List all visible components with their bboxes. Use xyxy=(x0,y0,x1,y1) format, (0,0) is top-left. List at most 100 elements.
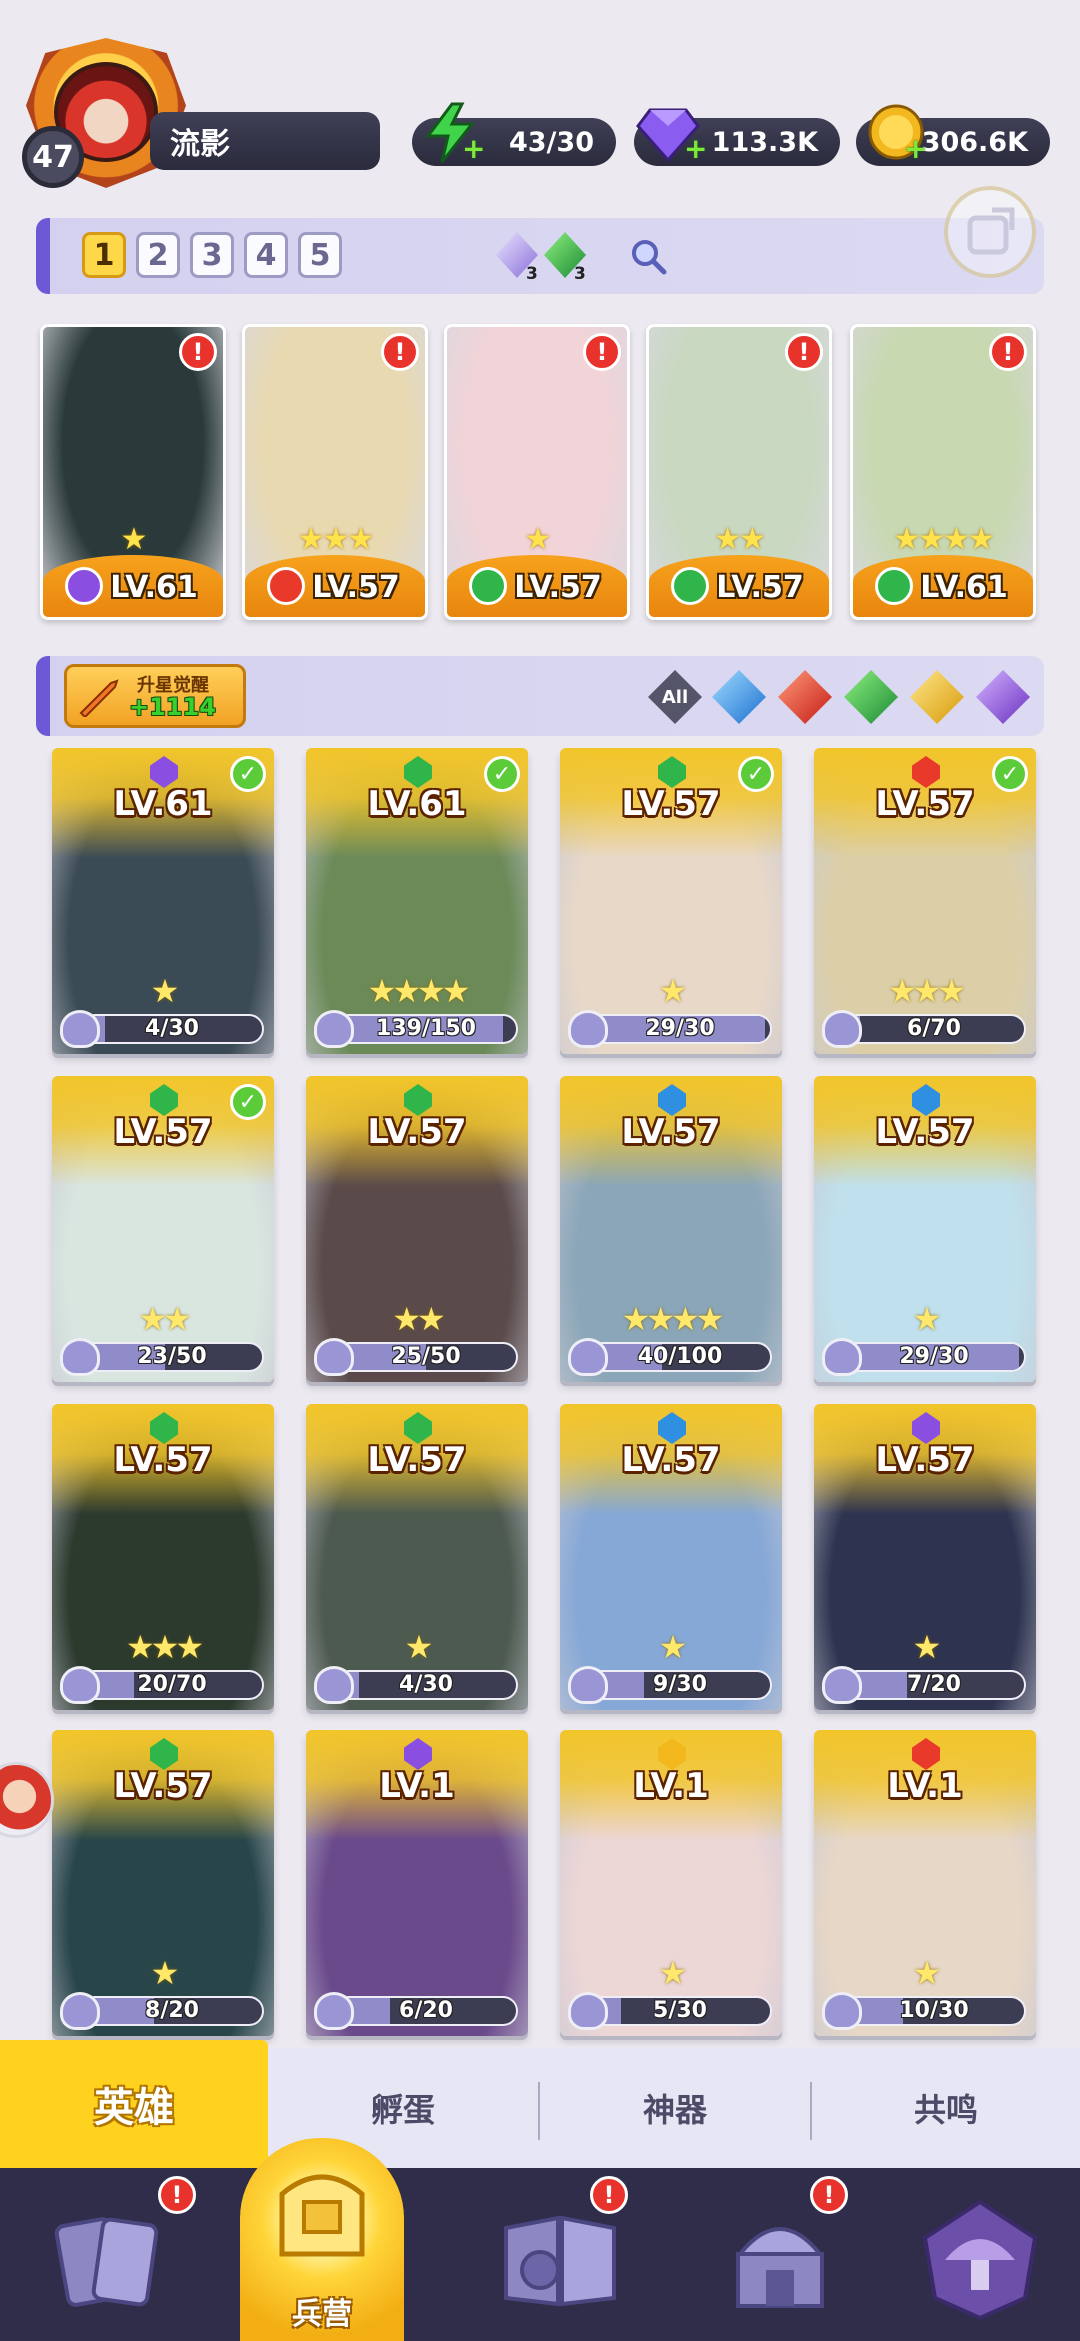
hero-level: LV.57 xyxy=(367,1440,467,1480)
awaken-button[interactable]: 升星觉醒 +1114 xyxy=(64,664,246,728)
star-rating: ★ xyxy=(912,1628,942,1666)
upgrade-alert-icon: ! xyxy=(381,333,419,371)
search-icon[interactable] xyxy=(628,236,668,276)
floating-helper-avatar[interactable] xyxy=(0,1762,54,1838)
hero-level: LV.57 xyxy=(875,1440,975,1480)
shard-icon xyxy=(314,1338,354,1376)
coin-plus-icon[interactable]: + xyxy=(904,135,927,163)
team-tab-1[interactable]: 1 xyxy=(82,232,126,278)
shard-count: 40/100 xyxy=(637,1344,723,1369)
hero-card[interactable]: LV.57 ★★★★ 40/100 xyxy=(560,1076,782,1382)
filter-water-icon[interactable] xyxy=(712,670,766,724)
filter-dark-icon[interactable] xyxy=(976,670,1030,724)
gem-value: 113.3K xyxy=(711,126,818,158)
team-slot-2[interactable]: ★★★ LV.57! xyxy=(242,324,428,620)
star-rating: ★★★ xyxy=(297,522,375,557)
hero-card[interactable]: LV.1 ★ 5/30 xyxy=(560,1730,782,2036)
shard-icon xyxy=(822,1666,862,1704)
team-tab-2[interactable]: 2 xyxy=(136,232,180,278)
hero-card[interactable]: LV.57 ★★ 25/50 xyxy=(306,1076,528,1382)
hero-card[interactable]: LV.57 ✓ ★★★ 6/70 xyxy=(814,748,1036,1054)
team-slot-3[interactable]: ★ LV.57! xyxy=(444,324,630,620)
shard-progress-bar: 25/50 xyxy=(334,1342,518,1372)
star-rating: ★ xyxy=(404,1628,434,1666)
team-swap-button[interactable] xyxy=(944,186,1036,278)
nav-mushroom[interactable] xyxy=(880,2168,1080,2341)
star-rating: ★ xyxy=(150,1954,180,1992)
sword-icon xyxy=(79,679,119,717)
dark-count: 3 xyxy=(526,264,538,284)
team-tab-4[interactable]: 4 xyxy=(244,232,288,278)
gem-plus-icon[interactable]: + xyxy=(684,135,707,163)
team-slot-5[interactable]: ★★★★ LV.61! xyxy=(850,324,1036,620)
hero-card[interactable]: LV.1 ★ 10/30 xyxy=(814,1730,1036,2036)
tab-artifact[interactable]: 神器 xyxy=(540,2048,810,2168)
star-rating: ★★★ xyxy=(887,972,966,1010)
hero-card[interactable]: LV.57 ✓ ★ 29/30 xyxy=(560,748,782,1054)
star-rating: ★ xyxy=(150,972,180,1010)
nav-shrine[interactable]: ! xyxy=(680,2168,880,2341)
hero-card[interactable]: LV.57 ★ 9/30 xyxy=(560,1404,782,1710)
filter-fire-icon[interactable] xyxy=(778,670,832,724)
nav-book[interactable]: ! xyxy=(460,2168,660,2341)
shard-progress-bar: 4/30 xyxy=(334,1670,518,1700)
star-rating: ★★ xyxy=(392,1300,445,1338)
in-team-check-icon: ✓ xyxy=(484,756,520,792)
shard-count: 23/50 xyxy=(137,1344,207,1369)
bottom-nav: ! 兵营 ! ! xyxy=(0,2138,1080,2341)
star-rating: ★ xyxy=(524,522,552,557)
tab-resonance[interactable]: 共鸣 xyxy=(812,2048,1080,2168)
awaken-value: +1114 xyxy=(129,693,216,721)
roster-filter-bar: 升星觉醒 +1114 All xyxy=(36,656,1044,736)
shard-progress-bar: 6/70 xyxy=(842,1014,1026,1044)
hero-level: LV.57 xyxy=(113,1440,213,1480)
shard-progress-bar: 29/30 xyxy=(842,1342,1026,1372)
sub-tab-bar: 英雄 孵蛋 神器 共鸣 xyxy=(0,2040,1080,2168)
shard-icon xyxy=(314,1010,354,1048)
team-tab-3[interactable]: 3 xyxy=(190,232,234,278)
hero-card[interactable]: LV.57 ★ 8/20 xyxy=(52,1730,274,2036)
nav-cards[interactable]: ! xyxy=(0,2168,216,2341)
star-rating: ★ xyxy=(658,1628,688,1666)
star-rating: ★ xyxy=(658,972,688,1010)
hero-card[interactable]: LV.57 ★★★ 20/70 xyxy=(52,1404,274,1710)
hero-card[interactable]: LV.57 ★ 7/20 xyxy=(814,1404,1036,1710)
in-team-check-icon: ✓ xyxy=(230,1084,266,1120)
shard-progress-bar: 29/30 xyxy=(588,1014,772,1044)
hero-level: LV.57 xyxy=(621,1440,721,1480)
hero-level: LV.1 xyxy=(379,1766,455,1806)
upgrade-alert-icon: ! xyxy=(785,333,823,371)
hero-card[interactable]: LV.61 ✓ ★★★★ 139/150 xyxy=(306,748,528,1054)
star-rating: ★★ xyxy=(138,1300,191,1338)
team-slot-1[interactable]: ★ LV.61! xyxy=(40,324,226,620)
hero-card[interactable]: LV.57 ★ 4/30 xyxy=(306,1404,528,1710)
tab-heroes[interactable]: 英雄 xyxy=(0,2040,268,2168)
player-name-text: 流影 xyxy=(170,127,230,162)
shrine-icon xyxy=(735,2227,825,2308)
hero-card[interactable]: LV.57 ✓ ★★ 23/50 xyxy=(52,1076,274,1382)
hero-level: LV.57 xyxy=(716,570,804,605)
hero-card[interactable]: LV.1 6/20 xyxy=(306,1730,528,2036)
energy-plus-icon[interactable]: + xyxy=(462,135,485,163)
hero-card[interactable]: LV.61 ✓ ★ 4/30 xyxy=(52,748,274,1054)
shard-progress-bar: 139/150 xyxy=(334,1014,518,1044)
shard-count: 139/150 xyxy=(376,1016,476,1041)
player-name: 流影 xyxy=(150,112,380,170)
filter-all-button[interactable]: All xyxy=(648,670,702,724)
nav-cards-alert: ! xyxy=(158,2176,196,2214)
nav-barracks-label: 兵营 xyxy=(292,2297,352,2332)
team-tab-5[interactable]: 5 xyxy=(298,232,342,278)
star-rating: ★ xyxy=(120,522,148,557)
filter-wind-icon[interactable] xyxy=(844,670,898,724)
shard-progress-bar: 5/30 xyxy=(588,1996,772,2026)
shard-progress-bar: 20/70 xyxy=(80,1670,264,1700)
shard-count: 29/30 xyxy=(645,1016,715,1041)
shard-icon xyxy=(822,1010,862,1048)
filter-light-icon[interactable] xyxy=(910,670,964,724)
hero-card[interactable]: LV.57 ★ 29/30 xyxy=(814,1076,1036,1382)
star-rating: ★ xyxy=(658,1954,688,1992)
hero-level: LV.57 xyxy=(621,1112,721,1152)
in-team-check-icon: ✓ xyxy=(738,756,774,792)
nav-barracks[interactable]: 兵营 xyxy=(230,2138,414,2341)
team-slot-4[interactable]: ★★ LV.57! xyxy=(646,324,832,620)
